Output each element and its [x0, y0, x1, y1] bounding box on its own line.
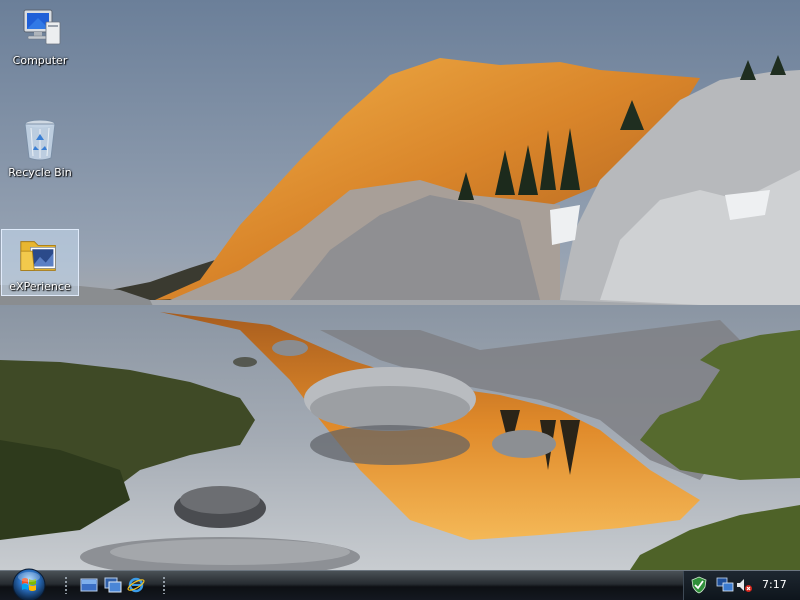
desktop-icon-computer[interactable]: Computer — [0, 4, 80, 68]
taskbar-clock[interactable]: 7:17 — [762, 578, 787, 591]
network-icon[interactable] — [716, 576, 734, 594]
desktop[interactable]: Computer Recycle Bin eXPerience 7:17 — [0, 0, 800, 600]
notification-area: 7:17 — [683, 571, 800, 600]
taskbar-grip[interactable] — [64, 576, 68, 594]
taskbar-grip[interactable] — [162, 576, 166, 594]
taskbar: 7:17 — [0, 567, 800, 600]
windows-start-orb-icon[interactable] — [8, 567, 50, 600]
recycle-bin-icon — [24, 119, 56, 161]
desktop-icon-label: Recycle Bin — [8, 166, 72, 179]
desktop-icon-label: eXPerience — [9, 280, 71, 293]
folder-icon — [20, 241, 56, 271]
windows-defender-icon[interactable] — [690, 576, 708, 594]
show-desktop-icon[interactable] — [80, 576, 98, 594]
volume-muted-icon[interactable] — [735, 576, 753, 594]
wallpaper-mountain-lake — [0, 0, 800, 570]
desktop-icon-recycle-bin[interactable]: Recycle Bin — [0, 116, 80, 180]
desktop-icon-label: Computer — [12, 54, 68, 67]
internet-explorer-icon[interactable] — [127, 576, 145, 594]
computer-icon — [23, 9, 61, 45]
desktop-icon-experience-folder[interactable]: eXPerience — [1, 229, 79, 296]
switch-windows-icon[interactable] — [104, 576, 122, 594]
